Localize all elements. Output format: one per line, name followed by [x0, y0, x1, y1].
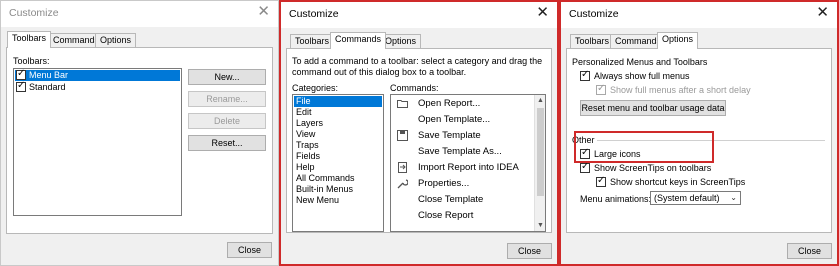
instructions-line-1: To add a command to a toolbar: select a … [292, 56, 543, 66]
scrollbar-thumb[interactable] [537, 108, 544, 196]
category-item-traps[interactable]: Traps [294, 140, 382, 151]
commands-list[interactable]: Open Report... Open Template... Save Tem… [390, 94, 546, 232]
menu-animations-select[interactable]: (System default) ⌄ [650, 191, 741, 205]
wrench-icon [397, 178, 409, 189]
command-label: Open Template... [418, 114, 491, 125]
tab-content: To add a command to a toolbar: select a … [286, 48, 552, 233]
command-item[interactable]: Import Report into IDEA [391, 160, 535, 176]
dialog-title: Customize [9, 7, 59, 19]
title-bar: Customize ✕ [561, 2, 837, 28]
close-button[interactable]: Close [507, 243, 552, 259]
category-item-help[interactable]: Help [294, 162, 382, 173]
title-bar: Customize ✕ [281, 2, 557, 28]
close-icon[interactable]: ✕ [816, 5, 829, 21]
show-screentips-checkbox[interactable]: ✓ [580, 161, 590, 173]
command-item[interactable]: Open Template... [391, 112, 535, 128]
show-full-menus-delay-checkbox[interactable]: ✓ [596, 83, 606, 95]
open-folder-icon [397, 98, 408, 109]
command-label: Close Template [418, 194, 484, 205]
chevron-down-icon: ⌄ [730, 193, 737, 202]
menu-animations-label: Menu animations: [580, 194, 652, 204]
chevron-down-icon[interactable]: ▼ [535, 220, 545, 231]
show-full-menus-delay-label: Show full menus after a short delay [610, 85, 751, 95]
always-show-full-menus-checkbox[interactable]: ✓ [580, 69, 590, 81]
dialog-title: Customize [289, 8, 339, 20]
show-screentips-label: Show ScreenTips on toolbars [594, 163, 712, 173]
dialog-title: Customize [569, 8, 619, 20]
tab-content: Toolbars: ✓ Menu Bar ✓ Standard New... R… [6, 47, 273, 234]
command-label: Import Report into IDEA [418, 162, 519, 173]
commands-scrollbar[interactable]: ▲ ▼ [534, 95, 545, 231]
command-label: Properties... [418, 178, 470, 189]
customize-dialog-commands: Customize ✕ Toolbars Commands Options To… [279, 0, 559, 266]
toolbars-label: Toolbars: [13, 56, 50, 66]
customize-dialog-options: Customize ✕ Toolbars Commands Options Pe… [559, 0, 839, 266]
category-item-fields[interactable]: Fields [294, 151, 382, 162]
save-icon [397, 130, 408, 141]
category-item-layers[interactable]: Layers [294, 118, 382, 129]
category-item-built-in-menus[interactable]: Built-in Menus [294, 184, 382, 195]
command-label: Save Template [418, 130, 481, 141]
close-icon[interactable]: ✕ [257, 4, 270, 20]
categories-label: Categories: [292, 83, 339, 93]
category-item-view[interactable]: View [294, 129, 382, 140]
list-item[interactable]: ✓ Menu Bar [15, 68, 180, 81]
command-item[interactable]: Properties... [391, 176, 535, 192]
close-icon[interactable]: ✕ [536, 5, 549, 21]
command-item[interactable]: Save Template As... [391, 144, 535, 160]
command-label: Save Template As... [418, 146, 502, 157]
close-button[interactable]: Close [227, 242, 272, 258]
new-button[interactable]: New... [188, 69, 266, 85]
list-item[interactable]: ✓ Standard [15, 80, 180, 93]
category-item-edit[interactable]: Edit [294, 107, 382, 118]
menu-bar-label: Menu Bar [29, 70, 69, 80]
show-shortcut-keys-label: Show shortcut keys in ScreenTips [610, 177, 746, 187]
always-show-full-menus-label: Always show full menus [594, 71, 690, 81]
show-shortcut-keys-checkbox[interactable]: ✓ [596, 175, 606, 187]
command-label: Open Report... [418, 98, 481, 109]
tab-options[interactable]: Options [95, 33, 137, 47]
tab-toolbars[interactable]: Toolbars [7, 31, 52, 48]
command-item[interactable]: Close Template [391, 192, 535, 208]
command-item[interactable]: Save Template [391, 128, 535, 144]
category-item-all-commands[interactable]: All Commands [294, 173, 382, 184]
command-label: Close Report [418, 210, 474, 221]
import-icon [397, 162, 408, 173]
highlight-box [574, 131, 714, 163]
reset-button[interactable]: Reset... [188, 135, 266, 151]
tab-content: Personalized Menus and Toolbars ✓ Always… [566, 48, 832, 233]
categories-list[interactable]: File Edit Layers View Traps Fields Help … [292, 94, 384, 232]
tab-options[interactable]: Options [657, 32, 699, 49]
tab-commands[interactable]: Commands [330, 32, 387, 49]
toolbars-list[interactable]: ✓ Menu Bar ✓ Standard [13, 68, 182, 216]
close-button[interactable]: Close [787, 243, 832, 259]
title-bar: Customize ✕ [1, 1, 278, 27]
commands-label: Commands: [390, 83, 439, 93]
delete-button[interactable]: Delete [188, 113, 266, 129]
tab-toolbars[interactable]: Toolbars [570, 34, 615, 48]
category-item-file[interactable]: File [294, 96, 382, 107]
chevron-up-icon[interactable]: ▲ [535, 95, 545, 106]
instructions-line-2: command out of this dialog box to a tool… [292, 67, 467, 77]
standard-label: Standard [29, 82, 66, 92]
rename-button[interactable]: Rename... [188, 91, 266, 107]
category-item-new-menu[interactable]: New Menu [294, 195, 382, 206]
tab-toolbars[interactable]: Toolbars [290, 34, 335, 48]
tab-options[interactable]: Options [380, 34, 422, 48]
command-item[interactable]: Close Report [391, 208, 535, 224]
menu-bar-checkbox[interactable]: ✓ [16, 68, 26, 80]
reset-usage-button[interactable]: Reset menu and toolbar usage data [580, 100, 726, 116]
customize-dialog-toolbars: Customize ✕ Toolbars Commands Options To… [0, 0, 279, 266]
personalized-heading: Personalized Menus and Toolbars [572, 57, 708, 67]
standard-checkbox[interactable]: ✓ [16, 80, 26, 92]
menu-animations-value: (System default) [654, 193, 720, 203]
command-item[interactable]: Open Report... [391, 96, 535, 112]
